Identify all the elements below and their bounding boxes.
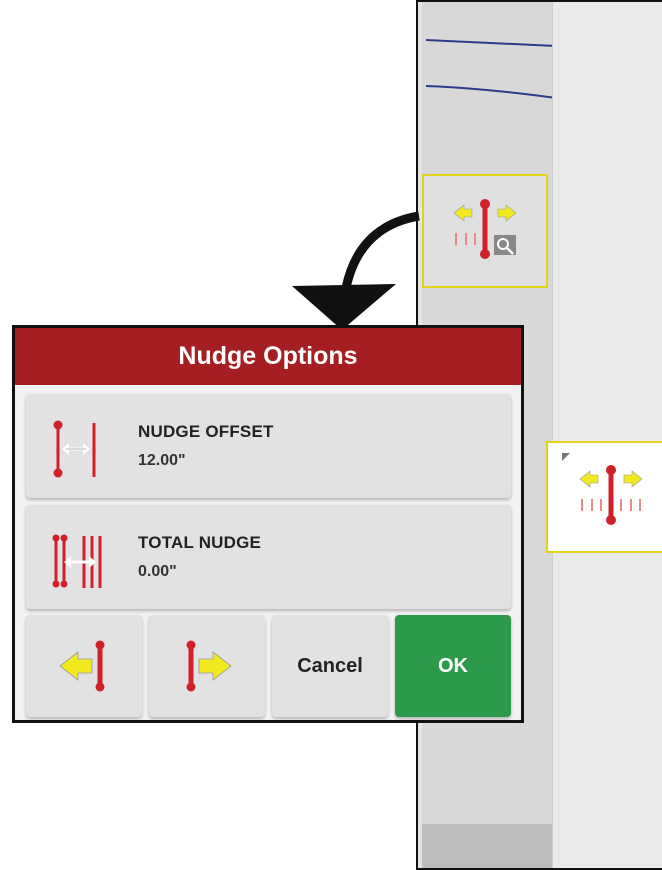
dialog-title: Nudge Options xyxy=(15,328,521,385)
nudge-offset-icon xyxy=(53,420,96,478)
guidance-lines xyxy=(425,39,557,99)
nudge-settings-icon xyxy=(453,199,517,259)
corner-marker xyxy=(562,453,570,461)
nudge-left-button[interactable] xyxy=(26,615,142,717)
nudge-offset-button[interactable]: NUDGE OFFSET 12.00" xyxy=(26,394,511,498)
callout-arrow-icon xyxy=(292,211,420,330)
nudge-right-button[interactable] xyxy=(149,615,265,717)
cancel-button[interactable]: Cancel xyxy=(272,615,388,717)
cancel-label: Cancel xyxy=(297,654,363,677)
nudge-tool-button[interactable] xyxy=(422,174,548,288)
main-area xyxy=(552,2,662,868)
total-nudge-label: TOTAL NUDGE xyxy=(138,533,262,552)
total-nudge-button[interactable]: TOTAL NUDGE 0.00" xyxy=(26,505,511,609)
nudge-offset-label: NUDGE OFFSET xyxy=(138,422,274,441)
nudge-options-dialog: Nudge Options NUDGE OFFSET 12.00" TOTAL … xyxy=(12,325,524,723)
bottom-bar xyxy=(422,824,554,868)
total-nudge-value: 0.00" xyxy=(138,563,177,580)
nudge-offset-value: 12.00" xyxy=(138,452,186,469)
nudge-right-icon xyxy=(186,640,232,692)
nudge-left-icon xyxy=(59,640,105,692)
nudge-indicator[interactable] xyxy=(546,441,662,553)
nudge-icon xyxy=(579,465,643,525)
ok-button[interactable]: OK xyxy=(395,615,511,717)
ok-label: OK xyxy=(438,654,468,677)
total-nudge-icon xyxy=(52,534,102,588)
